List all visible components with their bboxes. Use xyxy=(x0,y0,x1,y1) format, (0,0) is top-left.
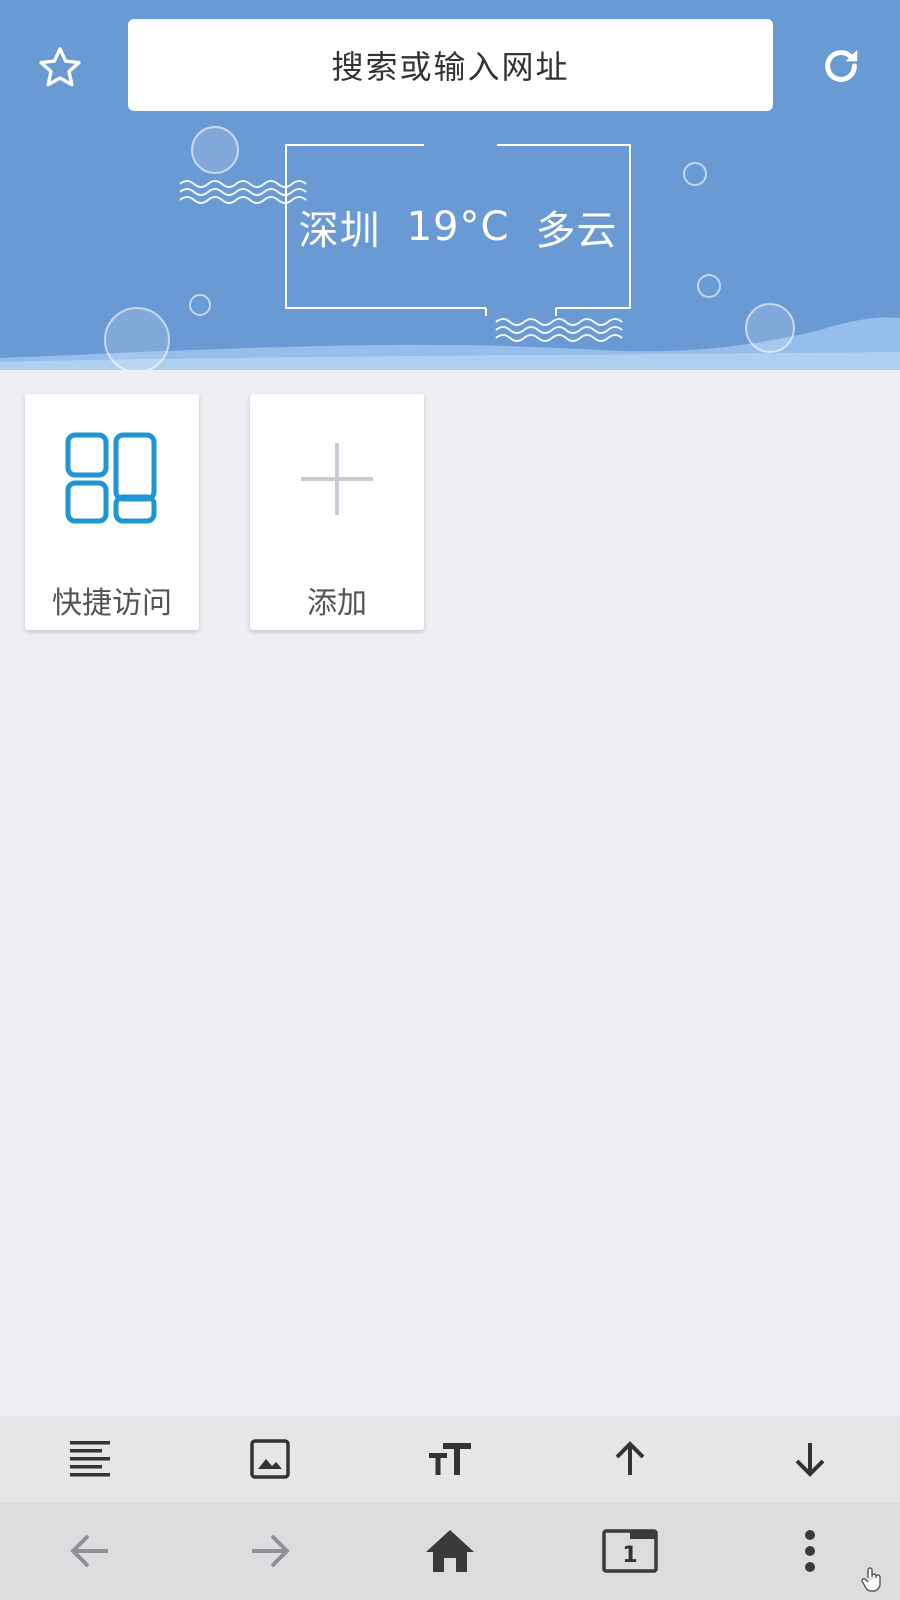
tabs-count: 1 xyxy=(622,1543,638,1568)
font-size-button[interactable] xyxy=(410,1419,490,1499)
forward-icon xyxy=(252,1534,290,1568)
scroll-down-button[interactable] xyxy=(770,1419,850,1499)
more-menu-icon xyxy=(805,1530,815,1572)
search-input[interactable]: 搜索或输入网址 xyxy=(128,19,773,111)
star-icon xyxy=(39,47,81,87)
reader-toolbar xyxy=(0,1416,900,1502)
search-placeholder: 搜索或输入网址 xyxy=(331,48,570,86)
header-banner: 搜索或输入网址 深圳 19°C 多云 xyxy=(0,0,900,370)
weather-widget[interactable]: 深圳 19°C 多云 xyxy=(286,144,630,310)
tile-quick-access[interactable]: 快捷访问 xyxy=(25,394,199,630)
quick-access-grid-icon xyxy=(65,432,157,524)
font-size-icon xyxy=(429,1443,471,1475)
refresh-button[interactable] xyxy=(810,35,872,97)
bottom-navigation: 1 xyxy=(0,1502,900,1600)
tile-label-quick-access: 快捷访问 xyxy=(52,586,172,621)
back-icon xyxy=(70,1534,108,1568)
arrow-down-icon xyxy=(795,1443,825,1477)
refresh-icon xyxy=(825,49,858,82)
bookmark-star-button[interactable] xyxy=(30,38,90,98)
tabs-icon: 1 xyxy=(602,1529,658,1573)
weather-condition: 多云 xyxy=(535,208,618,254)
arrow-up-icon xyxy=(615,1441,645,1475)
weather-temperature: 19°C xyxy=(406,204,510,250)
tile-label-add: 添加 xyxy=(307,586,367,621)
home-button[interactable] xyxy=(410,1511,490,1591)
touch-pointer-icon xyxy=(861,1567,881,1592)
forward-button[interactable] xyxy=(230,1511,310,1591)
tabs-button[interactable]: 1 xyxy=(590,1511,670,1591)
plus-icon xyxy=(301,443,373,515)
back-button[interactable] xyxy=(50,1511,130,1591)
scroll-up-button[interactable] xyxy=(590,1419,670,1499)
home-icon xyxy=(426,1530,474,1572)
image-icon xyxy=(250,1439,290,1479)
image-button[interactable] xyxy=(230,1419,310,1499)
text-align-button[interactable] xyxy=(50,1419,130,1499)
text-align-icon xyxy=(70,1441,110,1477)
more-menu-button[interactable] xyxy=(770,1511,850,1591)
weather-city: 深圳 xyxy=(298,208,381,254)
tile-add[interactable]: 添加 xyxy=(250,394,424,630)
